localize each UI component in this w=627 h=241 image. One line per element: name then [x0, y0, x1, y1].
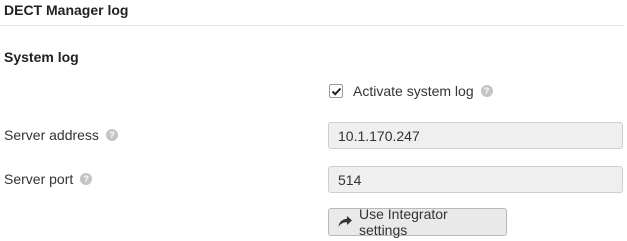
- system-log-title: System log: [4, 49, 79, 65]
- use-integrator-settings-button[interactable]: Use Integrator settings: [328, 206, 507, 238]
- server-port-label-row: Server port ?: [4, 170, 93, 188]
- share-icon: [337, 215, 353, 229]
- use-integrator-settings-label: Use Integrator settings: [359, 206, 448, 238]
- server-address-label: Server address: [4, 127, 99, 143]
- help-icon[interactable]: ?: [80, 173, 93, 185]
- help-icon[interactable]: ?: [480, 85, 493, 97]
- header-divider: [0, 25, 624, 26]
- activate-system-log-row[interactable]: Activate system log ?: [329, 83, 493, 99]
- help-icon[interactable]: ?: [105, 129, 118, 141]
- checkmark-icon: [331, 87, 342, 96]
- activate-system-log-checkbox[interactable]: [329, 84, 343, 98]
- activate-system-log-label: Activate system log: [353, 83, 474, 99]
- server-port-label: Server port: [4, 171, 74, 187]
- server-port-input[interactable]: [328, 166, 623, 193]
- server-address-label-row: Server address ?: [4, 126, 118, 144]
- page-title: DECT Manager log: [4, 2, 129, 18]
- server-address-input[interactable]: [328, 122, 623, 149]
